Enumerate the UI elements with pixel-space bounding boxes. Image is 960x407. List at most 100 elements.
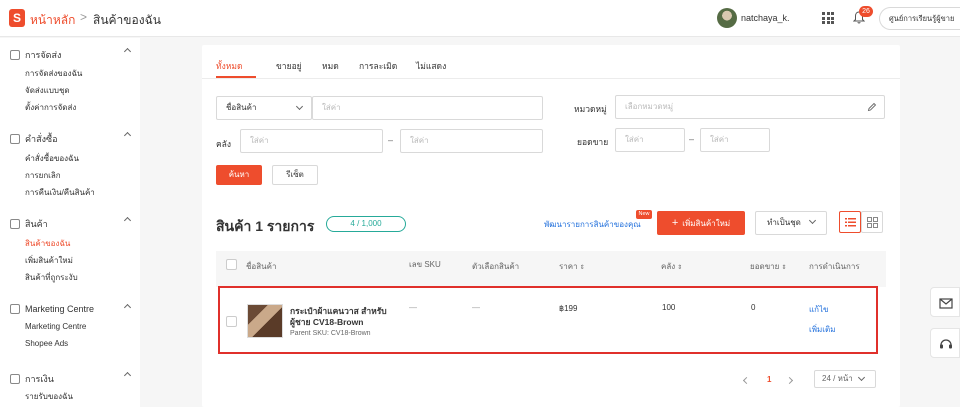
- sales-max-input[interactable]: ใส่ค่า: [700, 128, 770, 152]
- sidebar-item-shipping-settings[interactable]: ตั้งค่าการจัดส่ง: [25, 101, 76, 114]
- more-actions-link[interactable]: เพิ่มเติม: [809, 323, 835, 336]
- list-icon: [845, 218, 856, 227]
- apps-grid-icon[interactable]: [822, 12, 834, 24]
- breadcrumb-separator: >: [80, 10, 88, 24]
- next-page-icon[interactable]: [785, 376, 794, 385]
- column-header-sales[interactable]: ยอดขาย ⇕: [750, 260, 786, 273]
- category-picker[interactable]: เลือกหมวดหมู่: [615, 95, 885, 119]
- reset-button[interactable]: รีเซ็ต: [272, 165, 318, 185]
- column-header-label: ยอดขาย: [750, 262, 780, 271]
- category-label: หมวดหมู่: [574, 104, 607, 114]
- sales-min-input[interactable]: ใส่ค่า: [615, 128, 685, 152]
- page-size-select[interactable]: 24 / หน้า: [814, 370, 876, 388]
- sidebar-section-label: การจัดส่ง: [25, 50, 62, 60]
- support-float-button[interactable]: [930, 328, 960, 358]
- shopee-logo-icon[interactable]: S: [9, 9, 25, 27]
- column-header-variation: ตัวเลือกสินค้า: [472, 262, 520, 271]
- home-link[interactable]: หน้าหลัก: [30, 11, 75, 30]
- chevron-up-icon: [123, 371, 132, 380]
- wallet-icon: [10, 374, 20, 384]
- select-value: ชื่อสินค้า: [226, 103, 257, 112]
- sidebar-item-my-products[interactable]: สินค้าของฉัน: [25, 237, 70, 250]
- sidebar-section-label: การเงิน: [25, 374, 54, 384]
- username[interactable]: natchaya_k.: [741, 13, 790, 23]
- bulk-actions-button[interactable]: ทำเป็นชุด: [755, 211, 827, 235]
- sidebar-item-return-refund[interactable]: การคืนเงิน/คืนสินค้า: [25, 186, 95, 199]
- current-page[interactable]: 1: [767, 375, 771, 384]
- tab-all[interactable]: ทั้งหมด: [216, 59, 242, 73]
- edit-link[interactable]: แก้ไข: [809, 303, 829, 316]
- sidebar-section-label: สินค้า: [25, 219, 48, 229]
- product-search-input[interactable]: ใส่ค่า: [312, 96, 543, 120]
- truck-icon: [10, 50, 20, 60]
- input-placeholder: ใส่ค่า: [410, 136, 429, 145]
- sidebar-item-shopee-ads[interactable]: Shopee Ads: [25, 339, 68, 348]
- column-header-actions: การดำเนินการ: [809, 262, 860, 271]
- select-all-checkbox[interactable]: [226, 259, 237, 270]
- sales-label: ยอดขาย: [577, 137, 609, 147]
- add-product-label: เพิ่มสินค้าใหม่: [682, 219, 731, 228]
- clipboard-icon: [10, 134, 20, 144]
- page-size-value: 24 / หน้า: [822, 374, 853, 383]
- sidebar-section-orders[interactable]: คำสั่งซื้อ: [10, 131, 132, 146]
- sidebar-section-products[interactable]: สินค้า: [10, 216, 132, 231]
- optimize-listings-link[interactable]: พัฒนารายการสินค้าของคุณ: [544, 218, 641, 231]
- parent-sku: Parent SKU: CV18-Brown: [290, 330, 371, 337]
- product-name-link[interactable]: กระเป๋าผ้าแคนวาส สำหรับผู้ชาย CV18-Brown: [290, 306, 400, 328]
- product-thumbnail[interactable]: [247, 304, 283, 338]
- sidebar-section-shipping[interactable]: การจัดส่ง: [10, 47, 132, 62]
- chevron-up-icon: [123, 47, 132, 56]
- sidebar-item-my-income[interactable]: รายรับของฉัน: [25, 390, 73, 403]
- pencil-icon[interactable]: [867, 102, 877, 112]
- sort-icon: ⇕: [579, 265, 585, 271]
- product-quota-badge: 4 / 1,000: [326, 216, 406, 232]
- stock-max-input[interactable]: ใส่ค่า: [400, 129, 543, 153]
- stock-value: 100: [662, 303, 676, 312]
- sidebar-item-my-orders[interactable]: คำสั่งซื้อของฉัน: [25, 152, 79, 165]
- sort-icon: ⇕: [677, 265, 683, 271]
- headset-icon: [940, 339, 952, 349]
- column-header-name: ชื่อสินค้า: [246, 262, 277, 271]
- sidebar: การจัดส่ง การจัดส่งของฉัน จัดส่งแบบชุด ต…: [0, 38, 140, 407]
- grid-view-button[interactable]: [861, 211, 883, 233]
- stock-min-input[interactable]: ใส่ค่า: [240, 129, 383, 153]
- sidebar-section-finance[interactable]: การเงิน: [10, 371, 132, 386]
- stock-label: คลัง: [216, 139, 232, 149]
- sidebar-section-marketing[interactable]: Marketing Centre: [10, 303, 132, 314]
- column-header-label: คลัง: [661, 262, 676, 271]
- box-icon: [10, 219, 20, 229]
- row-checkbox[interactable]: [226, 316, 237, 327]
- sort-icon: ⇕: [781, 265, 787, 271]
- variation-value: —: [472, 303, 480, 312]
- input-placeholder: เลือกหมวดหมู่: [625, 102, 674, 111]
- column-header-label: ราคา: [559, 262, 578, 271]
- tab-violation[interactable]: การละเมิด: [359, 59, 397, 73]
- tab-sold-out[interactable]: หมด: [322, 59, 339, 73]
- sidebar-item-banned-products[interactable]: สินค้าที่ถูกระงับ: [25, 271, 78, 284]
- input-placeholder: ใส่ค่า: [250, 136, 269, 145]
- breadcrumb-current: สินค้าของฉัน: [93, 13, 161, 27]
- prev-page-icon[interactable]: [742, 376, 751, 385]
- range-dash: –: [689, 134, 695, 144]
- seller-education-button[interactable]: ศูนย์การเรียนรู้ผู้ขาย: [879, 7, 960, 30]
- column-header-stock[interactable]: คลัง ⇕: [661, 260, 682, 273]
- sidebar-item-mass-ship[interactable]: จัดส่งแบบชุด: [25, 84, 70, 97]
- chat-float-button[interactable]: [930, 287, 960, 317]
- sidebar-item-my-shipment[interactable]: การจัดส่งของฉัน: [25, 67, 82, 80]
- avatar[interactable]: [717, 8, 737, 28]
- search-button[interactable]: ค้นหา: [216, 165, 262, 185]
- chevron-up-icon: [123, 303, 132, 312]
- notification-badge: 26: [859, 6, 873, 17]
- input-placeholder: ใส่ค่า: [625, 135, 644, 144]
- plus-icon: +: [671, 217, 679, 229]
- sidebar-item-add-product[interactable]: เพิ่มสินค้าใหม่: [25, 254, 73, 267]
- sidebar-item-cancellation[interactable]: การยกเลิก: [25, 169, 61, 182]
- tab-live[interactable]: ขายอยู่: [276, 59, 302, 73]
- add-product-button[interactable]: + เพิ่มสินค้าใหม่: [657, 211, 745, 235]
- column-header-sku: เลข SKU: [409, 260, 441, 269]
- input-placeholder: ใส่ค่า: [710, 135, 729, 144]
- sidebar-item-marketing-centre[interactable]: Marketing Centre: [25, 322, 86, 331]
- column-header-price[interactable]: ราคา ⇕: [559, 260, 585, 273]
- list-view-button[interactable]: [839, 211, 861, 233]
- tab-delisted[interactable]: ไม่แสดง: [416, 59, 446, 73]
